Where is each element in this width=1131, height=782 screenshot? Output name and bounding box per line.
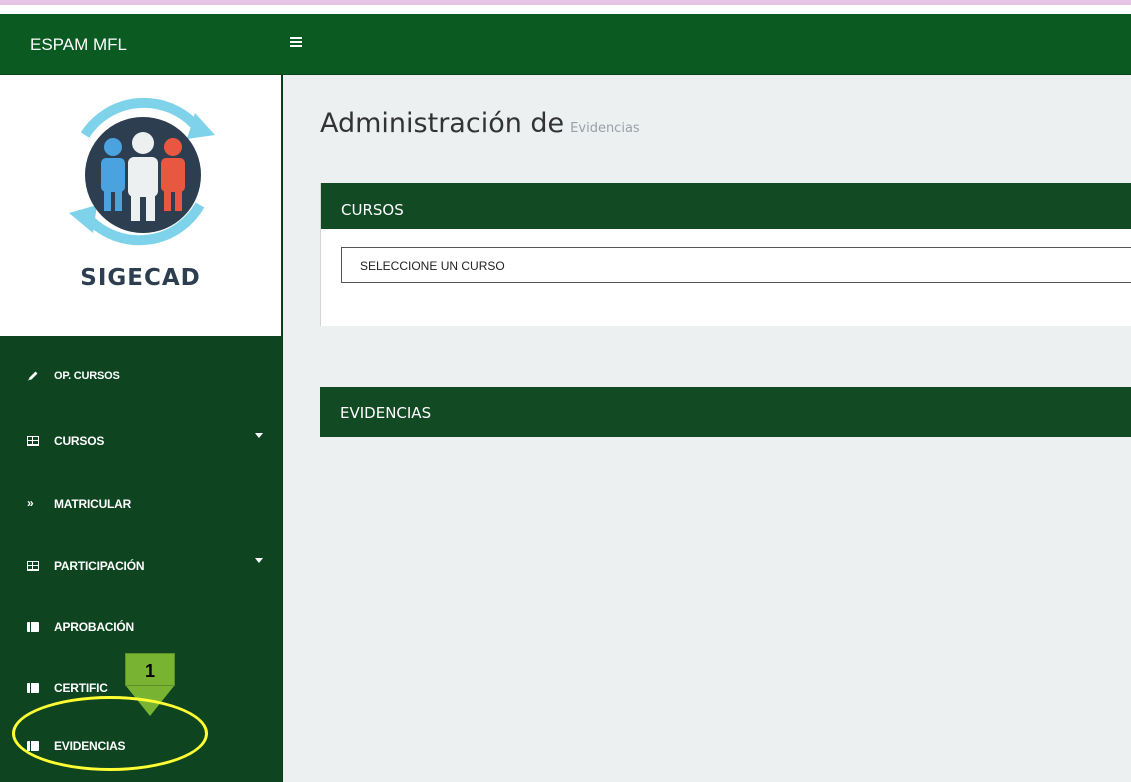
cursos-panel-header: CURSOS xyxy=(321,183,1131,229)
sidebar-item-matricular[interactable]: » MATRICULAR xyxy=(0,484,281,524)
sidebar-item-op-cursos[interactable]: OP. CURSOS xyxy=(0,356,281,396)
double-chevron-icon: » xyxy=(27,496,34,510)
list-icon xyxy=(27,622,39,632)
table-icon xyxy=(27,561,39,571)
logo-container: SIGECAD xyxy=(0,75,281,336)
page-title: Administración de Evidencias xyxy=(320,108,640,139)
sidebar-item-label: APROBACIÓN xyxy=(54,620,135,634)
hamburger-icon[interactable] xyxy=(290,34,308,54)
highlight-ellipse xyxy=(12,696,208,771)
caret-down-icon xyxy=(255,558,263,563)
page-subtitle: Evidencias xyxy=(570,121,640,136)
evidencias-panel-header: EVIDENCIAS xyxy=(320,387,1131,437)
sidebar-item-label: OP. CURSOS xyxy=(54,370,120,382)
step-callout: 1 xyxy=(125,653,175,686)
sidebar-item-aprobacion[interactable]: APROBACIÓN xyxy=(0,607,281,647)
course-select[interactable]: SELECCIONE UN CURSO xyxy=(341,247,1131,283)
list-icon xyxy=(27,683,39,693)
logo-text: SIGECAD xyxy=(80,265,201,291)
sidebar-item-label: CURSOS xyxy=(54,434,105,448)
caret-down-icon xyxy=(255,433,263,438)
step-number: 1 xyxy=(144,661,155,681)
sidebar-item-label: PARTICIPACIÓN xyxy=(54,559,145,573)
sidebar-item-label: MATRICULAR xyxy=(54,497,132,511)
top-spacer xyxy=(0,5,1131,14)
evidencias-panel: EVIDENCIAS xyxy=(320,387,1131,437)
brand-title[interactable]: ESPAM MFL xyxy=(30,14,127,75)
cursos-panel: CURSOS SELECCIONE UN CURSO xyxy=(320,183,1131,326)
table-icon xyxy=(27,436,39,446)
page-title-text: Administración de xyxy=(320,108,565,139)
sigecad-logo-icon xyxy=(69,97,215,246)
top-navbar: ESPAM MFL xyxy=(0,14,1131,75)
sidebar-item-cursos[interactable]: CURSOS xyxy=(0,421,281,461)
sidebar-item-participacion[interactable]: PARTICIPACIÓN xyxy=(0,546,281,586)
pencil-icon xyxy=(28,371,38,381)
